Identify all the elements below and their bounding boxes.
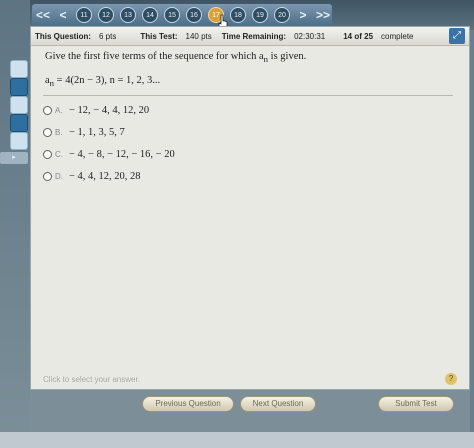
- tool-button[interactable]: [10, 114, 28, 132]
- progress-count: 14 of 25: [343, 31, 374, 41]
- choice-text: − 4, − 8, − 12, − 16, − 20: [69, 149, 175, 160]
- question-number-button[interactable]: 11: [76, 7, 92, 23]
- next-question-button[interactable]: Next Question: [240, 396, 316, 412]
- time-remaining-label: Time Remaining:: [221, 31, 287, 41]
- question-nav-bar: << < 11 12 13 14 15 16 17 18 19 20 > >>: [32, 4, 332, 26]
- prev-page-button[interactable]: <: [56, 8, 70, 22]
- tool-button[interactable]: [10, 96, 28, 114]
- formula-expression: = 4(2n − 3), n = 1, 2, 3...: [54, 75, 161, 86]
- time-remaining-value: 02:30:31: [294, 31, 326, 41]
- choice-text: − 4, 4, 12, 20, 28: [69, 171, 141, 182]
- question-number-button[interactable]: 12: [98, 7, 114, 23]
- question-number-button[interactable]: 18: [230, 7, 246, 23]
- help-icon[interactable]: ?: [445, 373, 457, 385]
- expand-icon[interactable]: ⤢: [449, 28, 465, 44]
- this-question-label: This Question:: [35, 31, 91, 41]
- choice-text: − 12, − 4, 4, 12, 20: [69, 105, 150, 116]
- tool-button[interactable]: [10, 60, 28, 78]
- choice-letter: C.: [55, 150, 63, 159]
- answer-choice-c[interactable]: C. − 4, − 8, − 12, − 16, − 20: [43, 149, 175, 160]
- this-test-points: 140 pts: [185, 31, 212, 41]
- more-tools-tab[interactable]: ▸: [0, 152, 28, 164]
- question-text-main: Give the first five terms of the sequenc…: [45, 51, 264, 62]
- divider: [43, 95, 453, 96]
- last-page-button[interactable]: >>: [316, 8, 330, 22]
- tool-button[interactable]: [10, 132, 28, 150]
- first-page-button[interactable]: <<: [36, 8, 50, 22]
- status-bar: This Question: 6 pts This Test: 140 pts …: [31, 27, 469, 46]
- radio-button[interactable]: [43, 172, 52, 181]
- sequence-formula: an = 4(2n − 3), n = 1, 2, 3...: [45, 75, 160, 88]
- choice-letter: B.: [55, 128, 63, 137]
- question-number-button[interactable]: 16: [186, 7, 202, 23]
- question-text: Give the first five terms of the sequenc…: [45, 51, 306, 64]
- submit-test-button[interactable]: Submit Test: [378, 396, 454, 412]
- horizontal-scrollbar[interactable]: [0, 432, 474, 448]
- choice-text: − 1, 1, 3, 5, 7: [69, 127, 125, 138]
- choice-letter: D.: [55, 172, 63, 181]
- answer-choice-b[interactable]: B. − 1, 1, 3, 5, 7: [43, 127, 125, 138]
- previous-question-button[interactable]: Previous Question: [142, 396, 234, 412]
- radio-button[interactable]: [43, 106, 52, 115]
- question-number-button[interactable]: 13: [120, 7, 136, 23]
- question-number-button[interactable]: 19: [252, 7, 268, 23]
- choice-letter: A.: [55, 106, 63, 115]
- next-page-button[interactable]: >: [296, 8, 310, 22]
- question-number-button[interactable]: 14: [142, 7, 158, 23]
- progress-suffix: complete: [381, 31, 414, 41]
- radio-button[interactable]: [43, 150, 52, 159]
- this-test-label: This Test:: [140, 31, 178, 41]
- question-number-button[interactable]: 15: [164, 7, 180, 23]
- question-text-end: is given.: [268, 51, 307, 62]
- this-question-points: 6 pts: [99, 31, 117, 41]
- answer-choice-d[interactable]: D. − 4, 4, 12, 20, 28: [43, 171, 141, 182]
- radio-button[interactable]: [43, 128, 52, 137]
- question-panel: This Question: 6 pts This Test: 140 pts …: [30, 26, 470, 390]
- tool-button[interactable]: [10, 78, 28, 96]
- answer-choice-a[interactable]: A. − 12, − 4, 4, 12, 20: [43, 105, 149, 116]
- select-answer-hint: Click to select your answer.: [43, 375, 140, 384]
- question-number-button[interactable]: 20: [274, 7, 290, 23]
